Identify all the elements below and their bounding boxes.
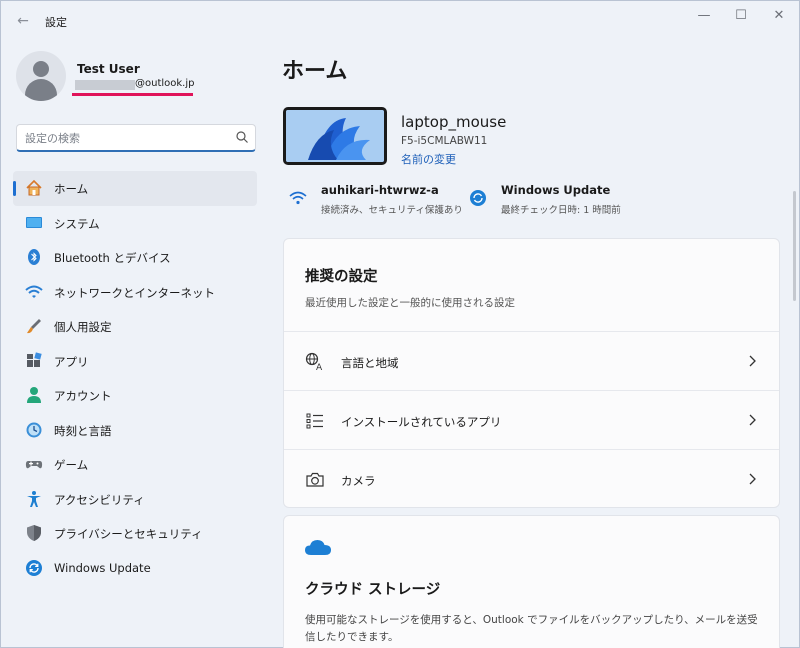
settings-window: ← 設定 — ☐ ✕ Test User @outlook.jp ホーム <box>0 0 800 648</box>
row-label: 言語と地域 <box>341 356 399 370</box>
sidebar-item-label: Windows Update <box>54 560 151 575</box>
search-input[interactable] <box>25 129 225 147</box>
wifi-icon <box>25 285 43 298</box>
email-domain: @outlook.jp <box>135 78 195 89</box>
avatar-body <box>25 79 57 101</box>
wifi-icon[interactable] <box>289 189 307 207</box>
row-label: インストールされているアプリ <box>341 415 502 429</box>
brush-icon <box>27 319 41 334</box>
avatar[interactable] <box>16 51 66 101</box>
list-icon <box>306 413 323 429</box>
apps-icon <box>27 351 42 367</box>
sidebar-item-label: ネットワークとインターネット <box>54 285 215 300</box>
rename-link[interactable]: 名前の変更 <box>401 151 456 167</box>
time-language-icon <box>26 422 42 437</box>
scrollbar-thumb[interactable] <box>793 191 796 301</box>
bluetooth-icon <box>28 249 40 265</box>
chevron-right-icon <box>749 414 756 426</box>
sidebar-item-label: プライバシーとセキュリティ <box>54 527 203 541</box>
recommended-row-language-region[interactable]: A 言語と地域 <box>284 331 779 390</box>
sidebar-item-bluetooth[interactable]: Bluetooth とデバイス <box>13 240 257 275</box>
sidebar-item-label: ゲーム <box>54 458 89 472</box>
row-label: カメラ <box>341 474 376 488</box>
camera-icon <box>306 472 324 487</box>
home-icon <box>26 179 42 196</box>
profile-name: Test User <box>77 62 140 76</box>
svg-text:A: A <box>316 363 323 372</box>
language-icon: A <box>305 352 323 372</box>
sidebar-item-label: アプリ <box>54 354 89 369</box>
network-name[interactable]: auhikari-htwrwz-a <box>321 183 439 197</box>
account-icon <box>27 387 41 403</box>
device-model: F5-i5CMLABW11 <box>401 135 488 147</box>
sidebar-item-apps[interactable]: アプリ <box>13 344 257 379</box>
scrollbar[interactable] <box>793 41 797 641</box>
cloud-icon <box>305 540 331 555</box>
system-icon <box>26 216 42 228</box>
sidebar-item-label: 時刻と言語 <box>54 423 112 438</box>
sidebar-item-personalization[interactable]: 個人用設定 <box>13 309 257 344</box>
chevron-right-icon <box>749 355 756 367</box>
back-arrow-icon[interactable]: ← <box>13 11 33 31</box>
sidebar-nav: ホーム システム Bluetooth とデバイス ネットワークとインターネット <box>13 171 257 585</box>
search-box[interactable] <box>16 124 256 152</box>
sidebar-item-windows-update[interactable]: Windows Update <box>13 551 257 586</box>
network-status: 接続済み、セキュリティ保護あり <box>321 205 463 216</box>
sidebar-item-label: アカウント <box>54 389 112 403</box>
sidebar-item-label: ホーム <box>54 182 89 196</box>
gamepad-icon <box>25 461 43 469</box>
card-description: 使用可能なストレージを使用すると、Outlook でファイルをバックアップしたり… <box>305 614 758 643</box>
chevron-right-icon <box>749 473 756 485</box>
recommended-settings-card: 推奨の設定 最近使用した設定と一般的に使用される設定 A 言語と地域 インストー… <box>283 238 780 508</box>
sidebar-item-time-language[interactable]: 時刻と言語 <box>13 413 257 448</box>
email-highlight-underline <box>72 93 193 96</box>
sidebar-item-system[interactable]: システム <box>13 206 257 241</box>
sidebar-item-network[interactable]: ネットワークとインターネット <box>13 275 257 310</box>
card-title: クラウド ストレージ <box>305 582 441 598</box>
sidebar-item-accounts[interactable]: アカウント <box>13 378 257 413</box>
recommended-row-installed-apps[interactable]: インストールされているアプリ <box>284 390 779 449</box>
update-icon[interactable] <box>469 189 487 207</box>
email-redaction <box>75 80 135 90</box>
bloom-wallpaper-icon <box>286 110 384 162</box>
sidebar-item-accessibility[interactable]: アクセシビリティ <box>13 482 257 517</box>
card-title: 推奨の設定 <box>305 269 378 285</box>
minimize-button[interactable]: — <box>686 5 722 27</box>
cloud-storage-card: クラウド ストレージ 使用可能なストレージを使用すると、Outlook でファイ… <box>283 515 780 648</box>
shield-icon <box>27 525 41 541</box>
sidebar-item-label: システム <box>54 216 100 231</box>
card-subtitle: 最近使用した設定と一般的に使用される設定 <box>305 297 515 309</box>
avatar-head <box>33 61 49 77</box>
page-title: ホーム <box>282 59 348 84</box>
sidebar-item-privacy-security[interactable]: プライバシーとセキュリティ <box>13 516 257 551</box>
title-bar: ← 設定 — ☐ ✕ <box>1 1 800 41</box>
close-button[interactable]: ✕ <box>761 5 797 27</box>
update-icon <box>26 559 42 576</box>
sidebar-item-label: 個人用設定 <box>54 320 112 334</box>
sidebar-item-home[interactable]: ホーム <box>13 171 257 206</box>
update-status: 最終チェック日時: 1 時間前 <box>501 205 621 216</box>
device-name: laptop_mouse <box>401 113 507 131</box>
active-indicator <box>13 181 16 196</box>
window-title: 設定 <box>45 16 67 29</box>
update-title[interactable]: Windows Update <box>501 183 610 197</box>
device-wallpaper-thumbnail[interactable] <box>283 107 387 165</box>
sidebar-item-label: アクセシビリティ <box>54 492 145 507</box>
search-icon[interactable] <box>235 130 249 144</box>
maximize-button[interactable]: ☐ <box>723 5 759 27</box>
accessibility-icon <box>27 490 41 507</box>
sidebar-item-label: Bluetooth とデバイス <box>54 251 171 265</box>
recommended-row-camera[interactable]: カメラ <box>284 449 779 508</box>
sidebar-item-gaming[interactable]: ゲーム <box>13 447 257 482</box>
